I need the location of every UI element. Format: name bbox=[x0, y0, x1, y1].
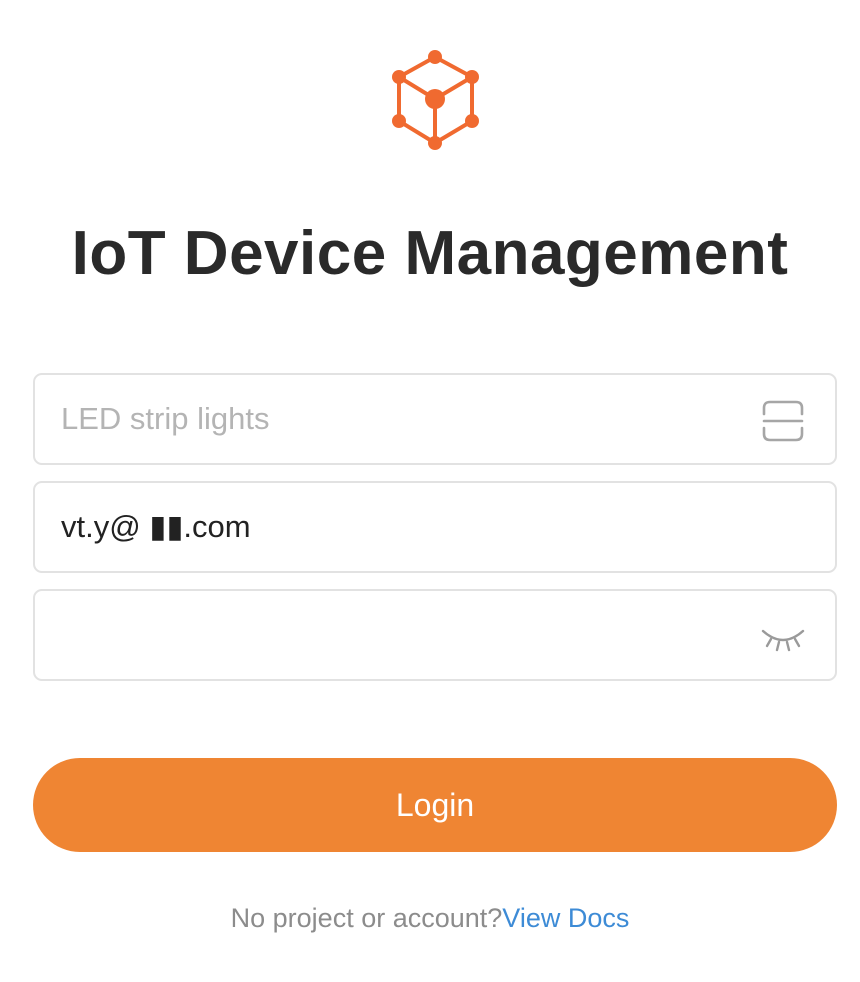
login-button[interactable]: Login bbox=[33, 758, 837, 852]
password-field[interactable] bbox=[33, 589, 837, 681]
footer: No project or account?View Docs bbox=[0, 900, 860, 936]
scan-icon[interactable] bbox=[761, 399, 805, 443]
password-input[interactable] bbox=[61, 591, 751, 679]
eye-closed-icon[interactable] bbox=[761, 615, 805, 659]
email-field[interactable] bbox=[33, 481, 837, 573]
project-input[interactable] bbox=[61, 375, 751, 463]
cube-network-icon bbox=[388, 48, 482, 152]
page-title: IoT Device Management bbox=[71, 219, 789, 288]
view-docs-link[interactable]: View Docs bbox=[502, 903, 629, 933]
email-input[interactable] bbox=[61, 483, 751, 571]
no-account-hint: No project or account? bbox=[230, 903, 503, 933]
project-field[interactable] bbox=[33, 373, 837, 465]
